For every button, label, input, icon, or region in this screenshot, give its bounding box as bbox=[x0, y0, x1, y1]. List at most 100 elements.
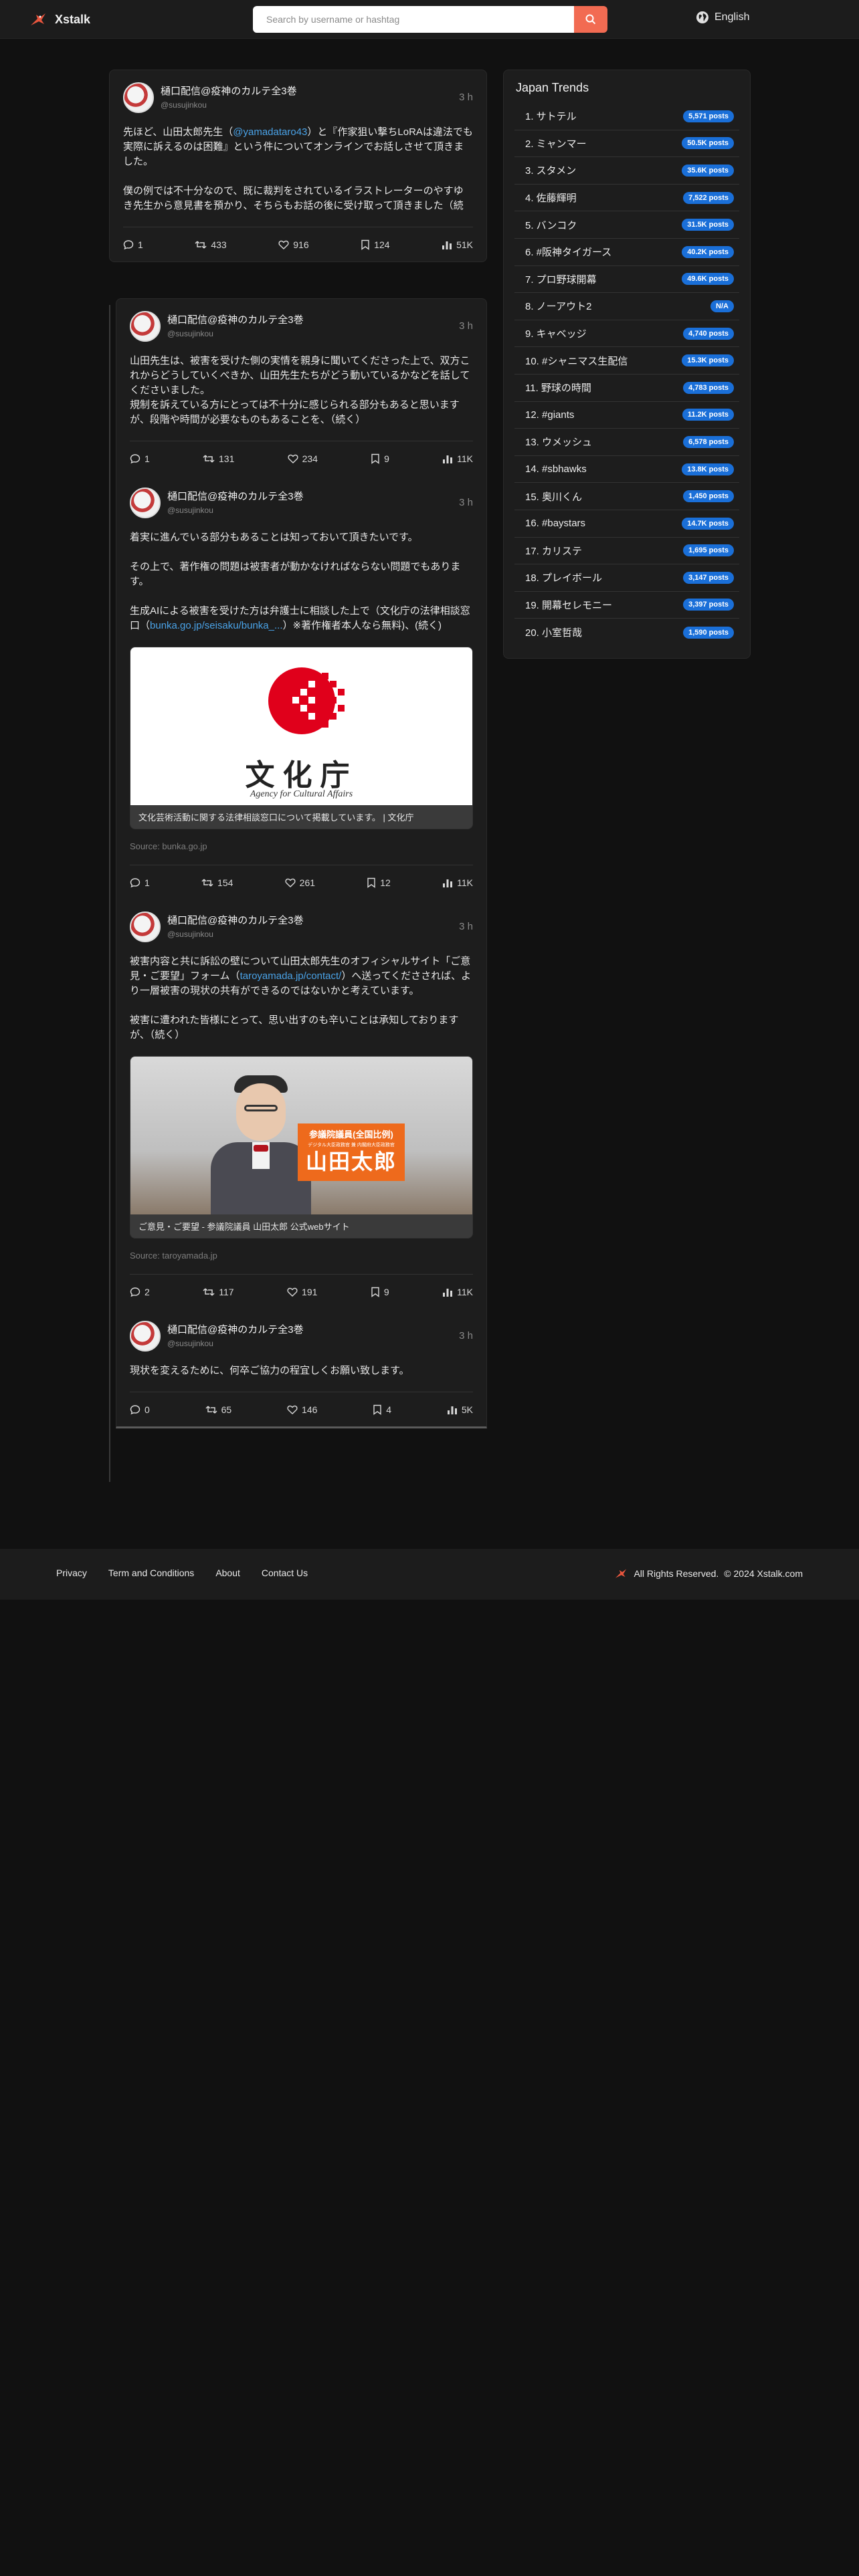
link-preview-card[interactable]: 参議院議員(全国比例) デジタル大臣政務官 兼 内閣府大臣政務官 山田太郎 ご意… bbox=[130, 1056, 473, 1239]
repost-button[interactable]: 131 bbox=[203, 453, 234, 464]
trend-item[interactable]: 10. #シャニマス生配信 15.3K posts bbox=[514, 347, 739, 374]
trend-item[interactable]: 19. 開幕セレモニー 3,397 posts bbox=[514, 592, 739, 619]
trend-item[interactable]: 13. ウメッシュ 6,578 posts bbox=[514, 429, 739, 456]
user-handle[interactable]: @susujinkou bbox=[161, 100, 297, 110]
bar-chart-icon bbox=[443, 879, 453, 887]
bookmark-button[interactable]: 9 bbox=[371, 1287, 389, 1297]
view-count: 11K bbox=[457, 453, 473, 464]
trend-label: 5. バンコク bbox=[525, 219, 577, 231]
person-photo bbox=[211, 1075, 311, 1214]
display-name[interactable]: 樋口配信@疫神のカルテ全3巻 bbox=[167, 1322, 304, 1336]
trend-label: 15. 奥川くん bbox=[525, 491, 583, 503]
footer-link-privacy[interactable]: Privacy bbox=[56, 1568, 87, 1578]
like-button[interactable]: 916 bbox=[278, 239, 309, 250]
avatar[interactable] bbox=[130, 488, 161, 518]
search-button[interactable] bbox=[574, 6, 607, 33]
trend-item[interactable]: 15. 奥川くん 1,450 posts bbox=[514, 483, 739, 510]
trend-item[interactable]: 11. 野球の時間 4,783 posts bbox=[514, 374, 739, 402]
sign-title: 参議院議員(全国比例) bbox=[309, 1130, 393, 1140]
reply-button[interactable]: 1 bbox=[130, 877, 150, 888]
trend-item[interactable]: 8. ノーアウト2 N/A bbox=[514, 293, 739, 320]
feed-column: 樋口配信@疫神のカルテ全3巻 @susujinkou 3 h 先ほど、山田太郎先… bbox=[109, 70, 487, 262]
trend-item[interactable]: 5. バンコク 31.5K posts bbox=[514, 211, 739, 239]
reply-button[interactable]: 2 bbox=[130, 1287, 150, 1297]
bookmark-button[interactable]: 4 bbox=[373, 1404, 391, 1415]
trend-item[interactable]: 2. ミャンマー 50.5K posts bbox=[514, 130, 739, 158]
footer-link-terms[interactable]: Term and Conditions bbox=[108, 1568, 194, 1578]
mention-link[interactable]: @yamadataro43 bbox=[233, 126, 307, 138]
preview-image: 参議院議員(全国比例) デジタル大臣政務官 兼 内閣府大臣政務官 山田太郎 bbox=[130, 1057, 472, 1214]
repost-button[interactable]: 117 bbox=[203, 1287, 234, 1297]
post-time: 3 h bbox=[459, 320, 473, 332]
external-link[interactable]: bunka.go.jp/seisaku/bunka_... bbox=[150, 620, 282, 631]
avatar[interactable] bbox=[130, 1321, 161, 1352]
display-name[interactable]: 樋口配信@疫神のカルテ全3巻 bbox=[167, 489, 304, 503]
trend-item[interactable]: 7. プロ野球開幕 49.6K posts bbox=[514, 266, 739, 294]
bookmark-button[interactable]: 9 bbox=[371, 453, 389, 464]
post-text-segment: 先ほど、山田太郎先生（ bbox=[123, 126, 233, 138]
like-button[interactable]: 234 bbox=[287, 453, 318, 464]
reply-button[interactable]: 1 bbox=[123, 239, 143, 250]
rights-text: All Rights Reserved. bbox=[634, 1568, 719, 1579]
trend-item[interactable]: 16. #baystars 14.7K posts bbox=[514, 510, 739, 538]
trend-item[interactable]: 4. 佐藤輝明 7,522 posts bbox=[514, 185, 739, 212]
avatar[interactable] bbox=[123, 82, 154, 113]
repost-button[interactable]: 65 bbox=[205, 1404, 231, 1415]
bookmark-button[interactable]: 124 bbox=[361, 239, 390, 250]
heart-icon bbox=[287, 1287, 298, 1297]
main-post-card[interactable]: 樋口配信@疫神のカルテ全3巻 @susujinkou 3 h 先ほど、山田太郎先… bbox=[109, 70, 487, 262]
thread-post[interactable]: 樋口配信@疫神のカルテ全3巻 @susujinkou 3 h 現状を変えるために… bbox=[116, 1309, 486, 1426]
trend-item[interactable]: 14. #sbhawks 13.8K posts bbox=[514, 456, 739, 484]
sign-name: 山田太郎 bbox=[305, 1150, 397, 1174]
comment-icon bbox=[130, 1287, 140, 1297]
search-input[interactable] bbox=[253, 6, 574, 33]
footer-link-about[interactable]: About bbox=[215, 1568, 240, 1578]
bookmark-button[interactable]: 12 bbox=[367, 877, 391, 888]
trend-item[interactable]: 12. #giants 11.2K posts bbox=[514, 402, 739, 429]
reply-button[interactable]: 0 bbox=[130, 1404, 150, 1415]
display-name[interactable]: 樋口配信@疫神のカルテ全3巻 bbox=[167, 913, 304, 927]
trend-count-badge: 13.8K posts bbox=[682, 463, 734, 475]
trend-label: 10. #シャニマス生配信 bbox=[525, 355, 628, 367]
display-name[interactable]: 樋口配信@疫神のカルテ全3巻 bbox=[161, 84, 297, 98]
thread-post[interactable]: 樋口配信@疫神のカルテ全3巻 @susujinkou 3 h 着実に進んでいる部… bbox=[116, 475, 486, 899]
thread-post[interactable]: 樋口配信@疫神のカルテ全3巻 @susujinkou 3 h 山田先生は、被害を… bbox=[116, 299, 486, 475]
trend-label: 13. ウメッシュ bbox=[525, 437, 593, 449]
like-button[interactable]: 261 bbox=[285, 877, 315, 888]
thread-post[interactable]: 樋口配信@疫神のカルテ全3巻 @susujinkou 3 h 被害内容と共に訴訟… bbox=[116, 899, 486, 1309]
brand-logo-link[interactable]: Xstalk bbox=[28, 9, 90, 29]
footer-link-contact[interactable]: Contact Us bbox=[262, 1568, 308, 1578]
post-text-paragraph: 山田先生は、被害を受けた側の実情を親身に聞いてくださった上で、双方これからどうし… bbox=[130, 355, 470, 396]
avatar[interactable] bbox=[130, 311, 161, 342]
like-button[interactable]: 191 bbox=[287, 1287, 317, 1297]
reply-count: 1 bbox=[145, 877, 150, 888]
trend-item[interactable]: 17. カリステ 1,695 posts bbox=[514, 538, 739, 565]
user-handle[interactable]: @susujinkou bbox=[167, 1339, 304, 1348]
post-time: 3 h bbox=[459, 497, 473, 508]
trend-item[interactable]: 6. #阪神タイガース 40.2K posts bbox=[514, 239, 739, 266]
comment-icon bbox=[123, 239, 134, 249]
external-link[interactable]: taroyamada.jp/contact/ bbox=[240, 970, 342, 982]
language-selector[interactable]: English bbox=[696, 11, 749, 24]
user-handle[interactable]: @susujinkou bbox=[167, 930, 304, 939]
views-stat: 11K bbox=[442, 1287, 473, 1297]
trend-label: 6. #阪神タイガース bbox=[525, 247, 612, 259]
trend-item[interactable]: 9. キャベッジ 4,740 posts bbox=[514, 320, 739, 348]
trend-item[interactable]: 18. プレイボール 3,147 posts bbox=[514, 564, 739, 592]
like-button[interactable]: 146 bbox=[287, 1404, 317, 1415]
reply-button[interactable]: 1 bbox=[130, 453, 150, 464]
repost-button[interactable]: 433 bbox=[195, 239, 227, 250]
trend-item[interactable]: 1. サトテル 5,571 posts bbox=[514, 103, 739, 130]
avatar[interactable] bbox=[130, 911, 161, 942]
display-name[interactable]: 樋口配信@疫神のカルテ全3巻 bbox=[167, 312, 304, 326]
bar-chart-icon bbox=[443, 455, 453, 463]
reply-count: 1 bbox=[138, 239, 143, 250]
user-handle[interactable]: @susujinkou bbox=[167, 329, 304, 338]
trend-item[interactable]: 3. スタメン 35.6K posts bbox=[514, 157, 739, 185]
heart-icon bbox=[287, 454, 298, 463]
link-preview-card[interactable]: 文化庁 Agency for Cultural Affairs 文化芸術活動に関… bbox=[130, 647, 473, 829]
trend-item[interactable]: 20. 小室哲哉 1,590 posts bbox=[514, 619, 739, 646]
trend-label: 12. #giants bbox=[525, 409, 575, 421]
repost-button[interactable]: 154 bbox=[201, 877, 233, 888]
user-handle[interactable]: @susujinkou bbox=[167, 506, 304, 515]
